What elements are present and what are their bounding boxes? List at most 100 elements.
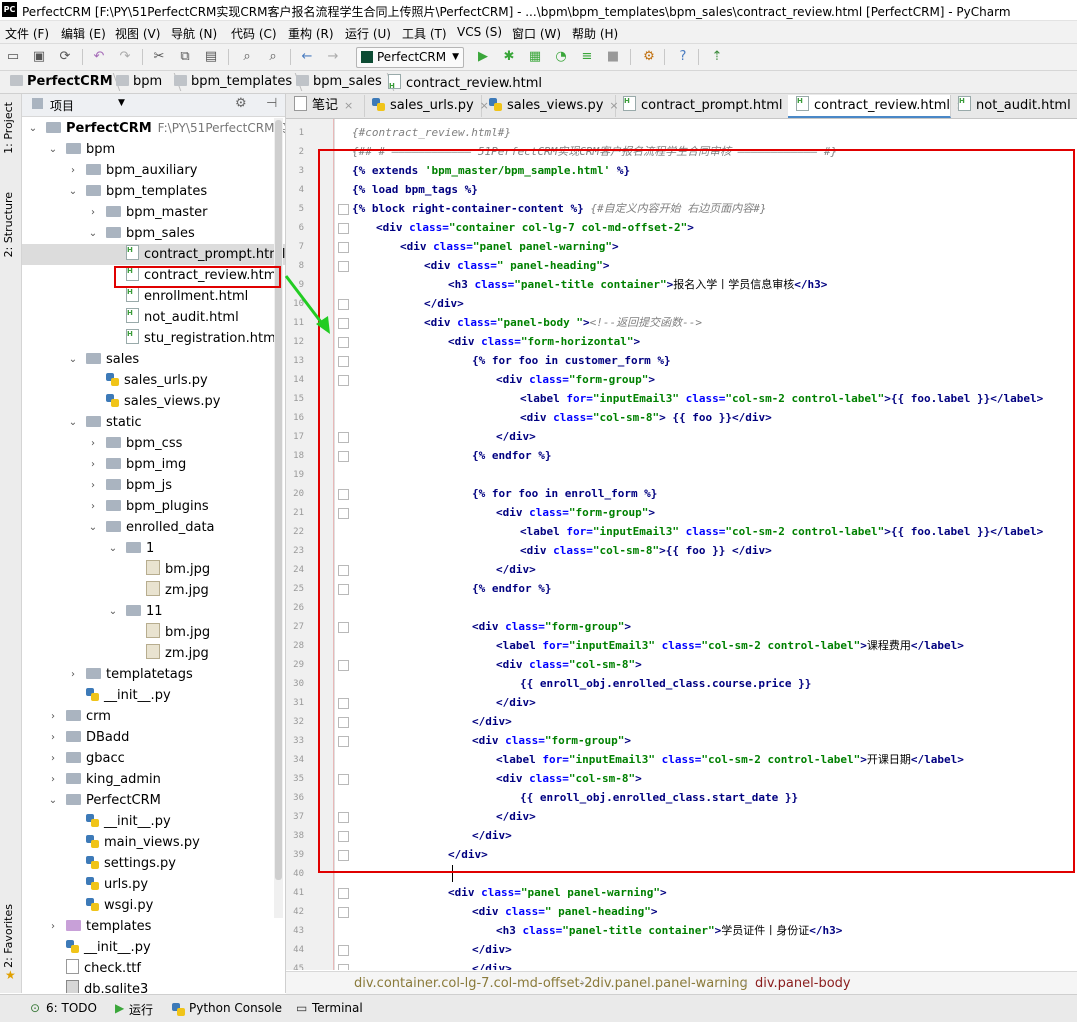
tree-item[interactable]: __init__.py [22, 811, 285, 832]
chevron-down-icon[interactable]: ⌄ [108, 538, 118, 559]
chevron-right-icon[interactable]: › [88, 454, 98, 475]
editor-breadcrumb-item[interactable]: div.panel.panel-warning [592, 976, 748, 991]
tree-item[interactable]: ›bpm_master [22, 202, 285, 223]
tree-item[interactable]: not_audit.html [22, 307, 285, 328]
tree-item[interactable]: enrollment.html [22, 286, 285, 307]
run-tab[interactable]: 运行 [129, 1001, 153, 1018]
fold-marker-icon[interactable] [338, 964, 349, 970]
run-config-select[interactable]: PerfectCRM ▼ [356, 47, 464, 68]
tree-item[interactable]: ⌄bpm_sales [22, 223, 285, 244]
chevron-right-icon[interactable]: › [68, 664, 78, 685]
settings-icon[interactable]: ⚙ [640, 48, 658, 66]
editor-breadcrumb-item[interactable]: div.container.col-lg-7.col-md-offset-2 [354, 976, 593, 991]
tree-item[interactable]: ›crm [22, 706, 285, 727]
fold-marker-icon[interactable] [338, 356, 349, 367]
fold-marker-icon[interactable] [338, 299, 349, 310]
chevron-down-icon[interactable]: ⌄ [48, 139, 58, 160]
tree-item[interactable]: ›templates [22, 916, 285, 937]
tree-item[interactable]: sales_views.py [22, 391, 285, 412]
menu-item[interactable]: 窗口 (W) [512, 25, 561, 42]
fold-marker-icon[interactable] [338, 717, 349, 728]
editor-breadcrumb-item[interactable]: div.panel-body [755, 976, 851, 991]
menu-item[interactable]: 运行 (U) [345, 25, 391, 42]
menu-item[interactable]: 重构 (R) [288, 25, 334, 42]
fold-marker-icon[interactable] [338, 888, 349, 899]
fold-marker-icon[interactable] [338, 223, 349, 234]
tree-item[interactable]: main_views.py [22, 832, 285, 853]
fold-marker-icon[interactable] [338, 831, 349, 842]
tree-item[interactable]: ⌄11 [22, 601, 285, 622]
menu-item[interactable]: 视图 (V) [115, 25, 160, 42]
editor-tab[interactable]: sales_urls.py× [364, 95, 482, 117]
fold-marker-icon[interactable] [338, 812, 349, 823]
tree-item[interactable]: ⌄PerfectCRM [22, 790, 285, 811]
tree-item[interactable]: wsgi.py [22, 895, 285, 916]
todo-tab[interactable]: 6: TODO [46, 1001, 97, 1015]
menu-item[interactable]: 工具 (T) [402, 25, 447, 42]
fold-marker-icon[interactable] [338, 774, 349, 785]
tree-item[interactable]: sales_urls.py [22, 370, 285, 391]
fold-marker-icon[interactable] [338, 451, 349, 462]
breadcrumb-item[interactable]: bpm [116, 74, 162, 89]
fold-marker-icon[interactable] [338, 660, 349, 671]
tree-item[interactable]: ›templatetags [22, 664, 285, 685]
tree-item[interactable]: stu_registration.html [22, 328, 285, 349]
chevron-down-icon[interactable]: ⌄ [68, 412, 78, 433]
chevron-right-icon[interactable]: › [48, 916, 58, 937]
chevron-down-icon[interactable]: ⌄ [88, 223, 98, 244]
chevron-down-icon[interactable]: ⌄ [68, 181, 78, 202]
fold-marker-icon[interactable] [338, 489, 349, 500]
vcs-icon[interactable]: ⇡ [708, 48, 726, 66]
fold-marker-icon[interactable] [338, 850, 349, 861]
editor-tab[interactable]: contract_review.html× [788, 95, 951, 118]
project-view-label[interactable]: 项目 [50, 97, 74, 114]
chevron-right-icon[interactable]: › [48, 706, 58, 727]
chevron-right-icon[interactable]: › [88, 433, 98, 454]
menu-item[interactable]: 编辑 (E) [61, 25, 106, 42]
save-icon[interactable]: ▣ [30, 48, 48, 66]
run-icon[interactable]: ▶ [474, 48, 492, 66]
menu-item[interactable]: 文件 (F) [5, 25, 49, 42]
fold-marker-icon[interactable] [338, 584, 349, 595]
forward-icon[interactable]: → [324, 48, 342, 66]
tree-item[interactable]: contract_prompt.html [22, 244, 285, 265]
chevron-down-icon[interactable]: ▼ [118, 98, 125, 108]
fold-marker-icon[interactable] [338, 432, 349, 443]
editor-tab[interactable]: sales_views.py× [481, 95, 616, 117]
paste-icon[interactable]: ▤ [202, 48, 220, 66]
breadcrumb-item[interactable]: bpm_sales [296, 74, 382, 89]
replace-icon[interactable]: ⌕ [264, 48, 282, 66]
copy-icon[interactable]: ⧉ [176, 48, 194, 66]
chevron-down-icon[interactable]: ⌄ [88, 517, 98, 538]
favorites-tool-tab[interactable]: 2: Favorites [2, 904, 15, 968]
fold-marker-icon[interactable] [338, 318, 349, 329]
concurrency-icon[interactable]: ≡ [578, 48, 596, 66]
fold-marker-icon[interactable] [338, 907, 349, 918]
chevron-right-icon[interactable]: › [48, 769, 58, 790]
profile-icon[interactable]: ◔ [552, 48, 570, 66]
terminal-tab[interactable]: Terminal [312, 1001, 363, 1015]
structure-tool-tab[interactable]: 2: Structure [2, 192, 15, 257]
gear-icon[interactable]: ⚙ [235, 96, 247, 111]
chevron-down-icon[interactable]: ⌄ [68, 349, 78, 370]
editor-tab[interactable]: 笔记× [286, 95, 365, 117]
tree-item[interactable]: ⌄PerfectCRMF:\PY\51PerfectCRM实现C [22, 118, 285, 139]
fold-marker-icon[interactable] [338, 375, 349, 386]
cut-icon[interactable]: ✂ [150, 48, 168, 66]
tree-item[interactable]: ›gbacc [22, 748, 285, 769]
tree-item[interactable]: ⌄bpm_templates [22, 181, 285, 202]
close-icon[interactable]: × [344, 99, 353, 112]
tree-item[interactable]: zm.jpg [22, 580, 285, 601]
tree-item[interactable]: zm.jpg [22, 643, 285, 664]
breadcrumb-item[interactable]: bpm_templates [174, 74, 292, 89]
coverage-icon[interactable]: ▦ [526, 48, 544, 66]
tree-item[interactable]: ›king_admin [22, 769, 285, 790]
help-icon[interactable]: ? [674, 48, 692, 66]
stop-icon[interactable]: ■ [604, 48, 622, 66]
tree-item[interactable]: ⌄1 [22, 538, 285, 559]
chevron-right-icon[interactable]: › [48, 727, 58, 748]
editor-tab[interactable]: contract_prompt.html× [615, 95, 789, 117]
tree-item[interactable]: ⌄static [22, 412, 285, 433]
tree-scrollbar[interactable] [274, 118, 283, 918]
breadcrumb-item[interactable]: PerfectCRM [10, 74, 113, 89]
